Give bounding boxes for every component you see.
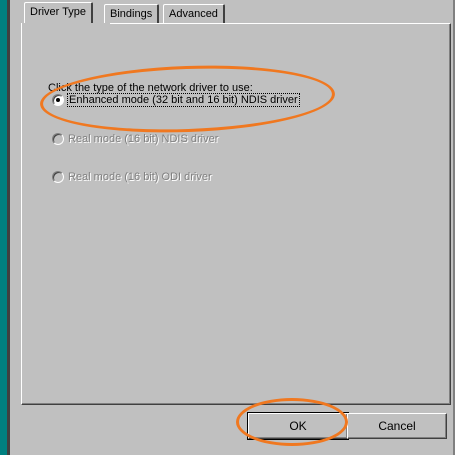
radio-button-checked[interactable] [52, 94, 64, 106]
tab-bindings[interactable]: Bindings [104, 4, 160, 24]
option-enhanced-mode-ndis[interactable]: Enhanced mode (32 bit and 16 bit) NDIS d… [52, 93, 300, 107]
tab-advanced[interactable]: Advanced [163, 4, 225, 24]
tab-bindings-label: Bindings [110, 8, 153, 20]
cancel-button[interactable]: Cancel [347, 413, 447, 439]
tab-advanced-label: Advanced [169, 8, 218, 20]
desktop-background [0, 0, 10, 455]
tab-driver-type[interactable]: Driver Type [24, 2, 94, 24]
driver-type-tab-page: Click the type of the network driver to … [21, 23, 451, 405]
tab-panel-join [22, 23, 110, 25]
option-real-mode-odi-label: Real mode (16 bit) ODI driver [68, 171, 212, 183]
option-real-mode-odi: Real mode (16 bit) ODI driver [52, 170, 212, 184]
option-enhanced-mode-ndis-label: Enhanced mode (32 bit and 16 bit) NDIS d… [67, 93, 300, 107]
radio-button-disabled [52, 171, 64, 183]
network-driver-properties-dialog: Driver Type Bindings Advanced Click the … [10, 0, 455, 455]
ok-button[interactable]: OK [247, 412, 349, 440]
option-real-mode-ndis: Real mode (16 bit) NDIS driver [52, 132, 218, 146]
option-real-mode-ndis-label: Real mode (16 bit) NDIS driver [68, 133, 219, 145]
radio-button-disabled [52, 133, 64, 145]
tab-driver-type-label: Driver Type [30, 6, 87, 18]
